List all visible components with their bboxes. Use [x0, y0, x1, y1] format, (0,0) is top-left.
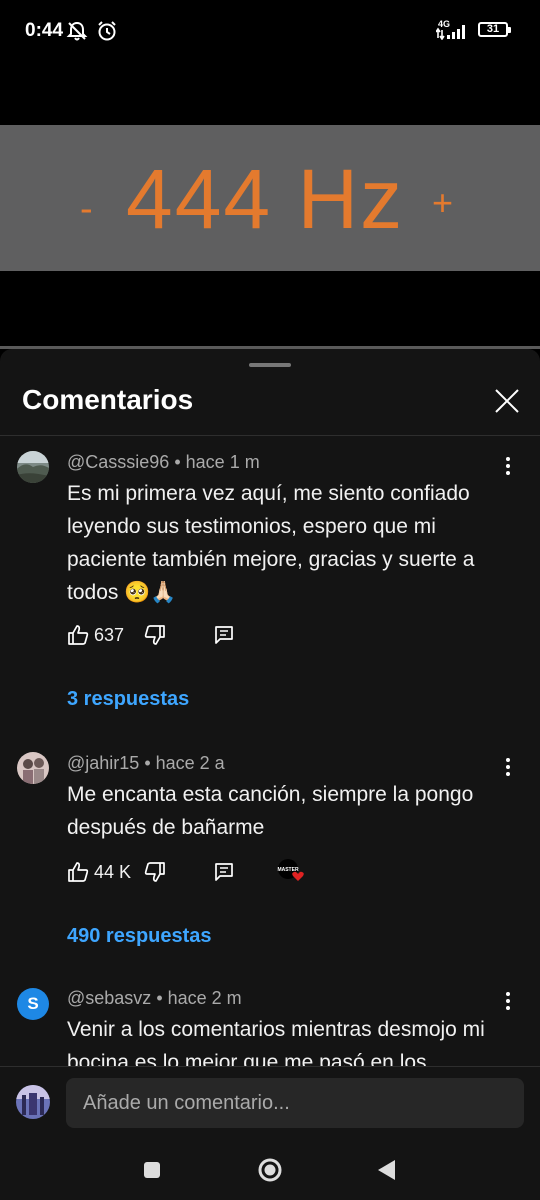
replies-link[interactable]: 490 respuestas [67, 925, 212, 948]
status-bar: 0:44 4G 31 [0, 0, 540, 62]
comment-meta: @jahir15 • hace 2 a [67, 753, 225, 773]
back-icon[interactable] [373, 1156, 401, 1184]
alarm-icon [98, 21, 116, 41]
comment-time: hace 2 a [155, 753, 225, 773]
like-icon[interactable] [67, 861, 89, 883]
like-count: 44 K [94, 862, 132, 882]
comment-author[interactable]: @sebasvz [67, 988, 151, 1008]
comment-time: hace 2 m [167, 988, 242, 1008]
dislike-icon[interactable] [144, 861, 166, 883]
comment-actions: 637 [67, 624, 507, 648]
video-minus-text: - [80, 188, 93, 230]
recents-icon[interactable] [138, 1156, 166, 1184]
close-icon[interactable] [492, 386, 522, 416]
comments-list: @Casssie96 • hace 1 m Es mi primera vez … [0, 436, 540, 1076]
more-options-icon[interactable] [498, 456, 518, 476]
comment-author[interactable]: @jahir15 [67, 753, 139, 773]
replies-link[interactable]: 3 respuestas [67, 688, 189, 711]
dislike-icon[interactable] [144, 624, 166, 646]
avatar[interactable] [17, 752, 49, 784]
comment-meta: @sebasvz • hace 2 m [67, 988, 242, 1008]
like-count: 637 [94, 625, 125, 645]
reply-icon[interactable] [214, 625, 234, 645]
avatar[interactable] [17, 451, 49, 483]
comment-text: Me encanta esta canción, siempre la pong… [67, 783, 474, 839]
navigation-bar [0, 1142, 540, 1200]
comment-author[interactable]: @Casssie96 [67, 452, 169, 472]
video-frequency-text: 444 Hz [126, 152, 405, 246]
more-options-icon[interactable] [498, 757, 518, 777]
video-plus-text: + [432, 182, 454, 223]
comment-input-bar [0, 1066, 540, 1142]
home-icon[interactable] [256, 1156, 284, 1184]
comment-time: hace 1 m [185, 452, 260, 472]
like-icon[interactable] [67, 624, 89, 646]
comment-input[interactable] [66, 1078, 524, 1128]
more-options-icon[interactable] [498, 991, 518, 1011]
comment-meta: @Casssie96 • hace 1 m [67, 452, 260, 472]
battery-icon: 31 [478, 22, 511, 37]
signal-icon [436, 25, 465, 40]
drag-handle[interactable] [249, 363, 291, 367]
user-avatar[interactable] [16, 1085, 50, 1119]
comment-actions: 44 K MASTER [67, 859, 507, 885]
status-time: 0:44 [25, 20, 64, 41]
reply-icon[interactable] [214, 862, 234, 882]
notifications-off-icon [66, 21, 88, 41]
comment-text: Es mi primera vez aquí, me siento confia… [67, 482, 475, 604]
creator-heart-icon: MASTER [277, 859, 304, 881]
avatar[interactable]: S [17, 988, 49, 1020]
panel-title: Comentarios [22, 384, 194, 415]
